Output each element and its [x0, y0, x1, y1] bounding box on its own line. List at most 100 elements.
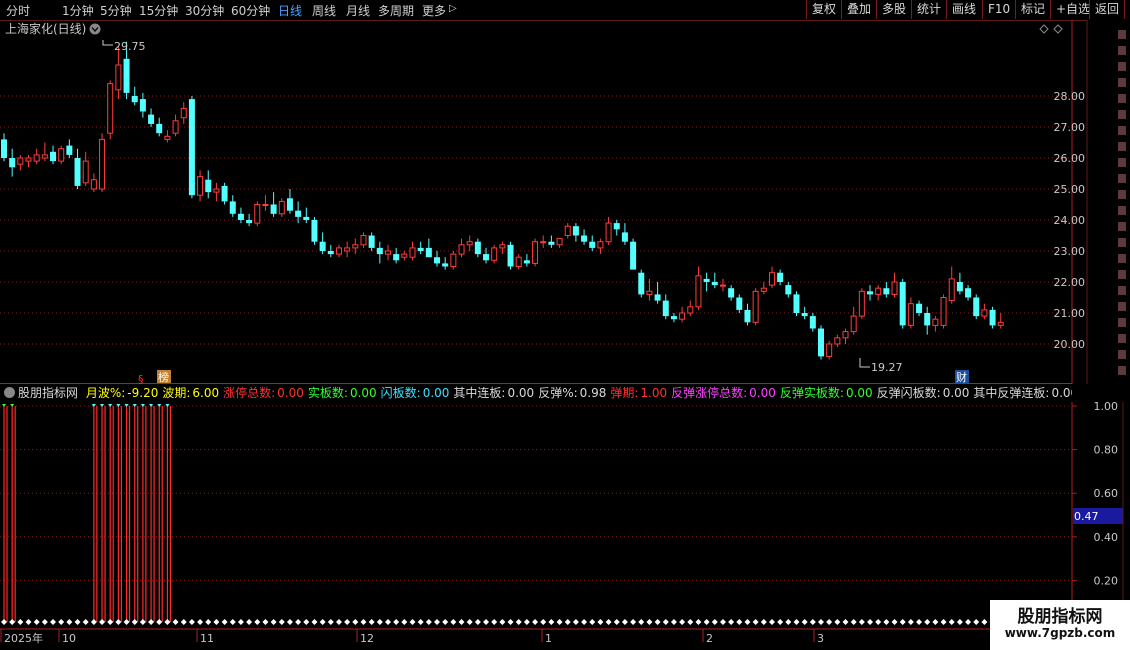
chart-title-dropdown-icon[interactable]	[89, 23, 101, 35]
candle-body-up	[90, 179, 97, 190]
baseline-dot	[262, 619, 269, 625]
period-tab-daily[interactable]: 日线	[278, 2, 302, 19]
baseline-dot	[295, 619, 302, 625]
mark-button[interactable]: 标记	[1015, 0, 1050, 19]
period-tab-more[interactable]: 更多	[422, 2, 446, 19]
candle-body-down	[548, 241, 555, 245]
multi-stock-button[interactable]: 多股	[876, 0, 911, 19]
baseline-dot	[368, 619, 375, 625]
baseline-dot	[581, 619, 588, 625]
baseline-dot	[483, 619, 490, 625]
baseline-dot	[679, 619, 686, 625]
candle-body-up	[842, 331, 849, 339]
price-axis-label: 23.00	[1054, 245, 1086, 258]
candle-body-down	[581, 235, 588, 242]
candle-body-up	[646, 290, 653, 295]
back-button[interactable]: 返回	[1089, 0, 1126, 19]
baseline-dot	[115, 619, 122, 625]
candle-body-up	[760, 287, 767, 292]
indicator-axis-label: 0.40	[1094, 531, 1119, 544]
candle-body-up	[197, 176, 204, 196]
indicator-field: 反弹闪板数:	[876, 386, 941, 400]
candle-body-up	[532, 241, 539, 264]
signal-marker-icon	[124, 404, 129, 407]
overlay-button[interactable]: 叠加	[841, 0, 876, 19]
indicator-field-value: 6.00	[192, 386, 220, 400]
indicator-field: 实板数:	[307, 386, 348, 400]
baseline-dot	[376, 619, 383, 625]
candle-body-down	[229, 201, 236, 214]
side-mark	[1118, 46, 1126, 55]
baseline-dot	[956, 619, 963, 625]
indicator-fields: 月波%: -9.20 波期: 6.00 涨停总数: 0.00 实板数: 0.00 闪板数: 0.0…	[82, 386, 1072, 400]
candle-body-down	[883, 288, 890, 295]
statistics-button[interactable]: 统计	[911, 0, 946, 19]
baseline-dot	[197, 619, 204, 625]
candle-body-up	[172, 120, 179, 134]
side-mark	[1118, 366, 1126, 375]
candle-body-down	[139, 99, 146, 112]
indicator-field: 反弹涨停总数:	[671, 386, 748, 400]
indicator-field-value: 0.00	[845, 386, 873, 400]
candle-body-up	[719, 284, 726, 287]
baseline-dot	[172, 619, 179, 625]
draw-line-button[interactable]: 画线	[946, 0, 981, 19]
period-tab-multi[interactable]: 多周期	[378, 2, 414, 19]
candle-body-down	[66, 145, 73, 155]
period-tab-5min[interactable]: 5分钟	[100, 2, 132, 19]
candle-body-down	[899, 282, 906, 326]
indicator-dropdown-icon[interactable]	[4, 387, 15, 398]
period-tab-15min[interactable]: 15分钟	[139, 2, 178, 19]
candle-body-down	[867, 291, 874, 295]
more-arrow-icon[interactable]: ▷	[449, 3, 457, 14]
indicator-field-value: 0.00	[942, 386, 970, 400]
period-tab-30min[interactable]: 30分钟	[185, 2, 224, 19]
candle-body-up	[597, 241, 604, 249]
candle-body-down	[801, 313, 808, 317]
candle-body-down	[728, 288, 735, 298]
indicator-header: 股朋指标网 月波%: -9.20 波期: 6.00 涨停总数: 0.00 实板数: 0.00 闪…	[0, 384, 1072, 402]
candle-body-down	[270, 204, 277, 214]
cai-marker[interactable]: 财	[956, 370, 967, 384]
candle-body-up	[466, 241, 473, 246]
baseline-dot	[801, 619, 808, 625]
indicator-chart[interactable]: 1.00 0.80 0.60 0.40 0.20 0.47	[0, 402, 1130, 628]
candlestick-chart[interactable]: 28.00 27.00 26.00 25.00 24.00 23.00 22.00 21.00…	[0, 20, 1130, 384]
candle-body-up	[25, 157, 32, 162]
indicator-field: 弹期:	[610, 386, 639, 400]
candle-body-up	[401, 253, 408, 258]
period-tab-weekly[interactable]: 周线	[312, 2, 336, 19]
baseline-dot	[450, 619, 457, 625]
candle-body-down	[1, 139, 7, 158]
fuquan-button[interactable]: 复权	[806, 0, 841, 19]
bang-marker[interactable]: 榜	[158, 370, 169, 384]
baseline-dot	[515, 619, 522, 625]
period-tab-monthly[interactable]: 月线	[346, 2, 370, 19]
indicator-name[interactable]: 股朋指标网	[18, 386, 78, 400]
candle-body-up	[180, 107, 187, 119]
baseline-dot	[932, 619, 939, 625]
baseline-dot	[662, 619, 669, 625]
period-tab-1min[interactable]: 1分钟	[62, 2, 94, 19]
period-tab-fenshi[interactable]: 分时	[6, 2, 30, 19]
side-mark	[1118, 174, 1126, 183]
candle-body-up	[107, 83, 114, 134]
baseline-dot	[270, 619, 277, 625]
f10-button[interactable]: F10	[982, 0, 1015, 19]
diamond-icon[interactable]	[1039, 24, 1049, 34]
baseline-dot	[867, 619, 874, 625]
period-tab-60min[interactable]: 60分钟	[231, 2, 270, 19]
baseline-dot	[344, 619, 351, 625]
baseline-dot	[401, 619, 408, 625]
candle-body-up	[687, 306, 694, 314]
side-mark	[1118, 110, 1126, 119]
indicator-axis-labels: 1.00 0.80 0.60 0.40 0.20	[1072, 402, 1118, 587]
baseline-dot	[654, 619, 661, 625]
low-price-label: 19.27	[871, 361, 903, 374]
candle-body-down	[303, 216, 310, 220]
diamond-icon-2[interactable]	[1053, 24, 1063, 34]
side-mark	[1118, 142, 1126, 151]
indicator-field-value: 0.98	[579, 386, 607, 400]
candle-body-down	[474, 241, 481, 255]
event-marker-s-icon[interactable]: §	[138, 373, 144, 384]
